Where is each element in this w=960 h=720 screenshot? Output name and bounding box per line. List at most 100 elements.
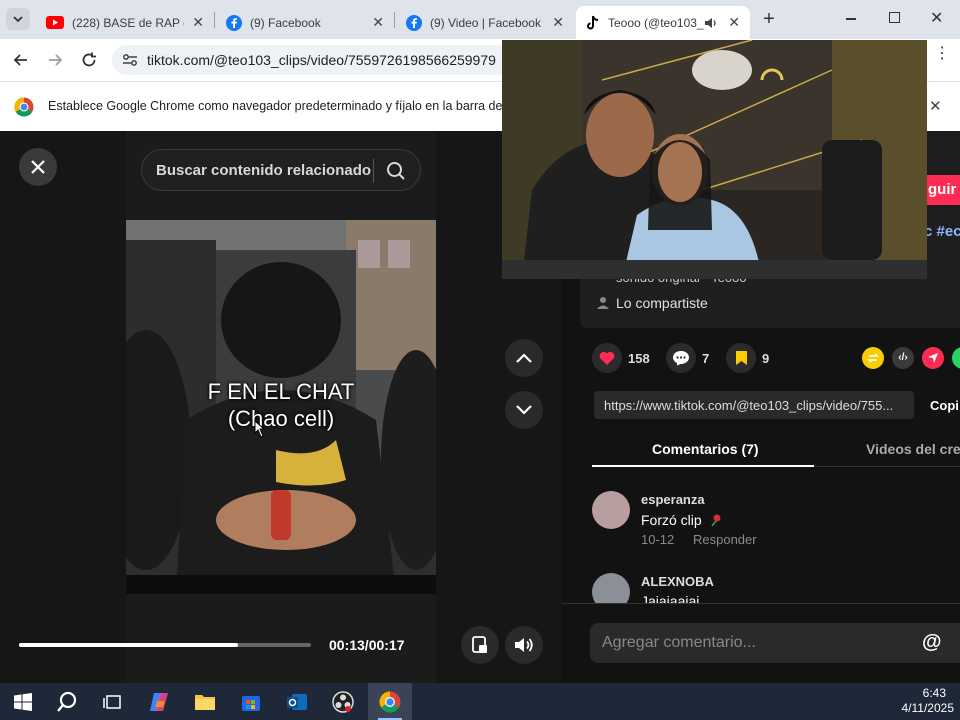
infobar-close-button[interactable]: ✕: [929, 97, 942, 115]
search-icon[interactable]: [386, 161, 406, 181]
close-video-button[interactable]: [19, 148, 57, 186]
comment-username[interactable]: esperanza: [641, 492, 705, 507]
forward-button[interactable]: [46, 51, 64, 74]
embed-button[interactable]: ‹/›: [892, 347, 914, 369]
folder-icon: [195, 695, 215, 710]
minimize-button[interactable]: [846, 18, 856, 20]
tab-facebook-video[interactable]: (9) Video | Facebook ✕: [396, 6, 574, 39]
reload-button[interactable]: [80, 51, 98, 74]
browser-menu-button[interactable]: ⋮: [934, 46, 950, 62]
store-button[interactable]: [236, 687, 266, 717]
heart-icon: [599, 351, 615, 365]
share-button[interactable]: [922, 347, 944, 369]
url-text: tiktok.com/@teo103_clips/video/755972619…: [147, 52, 496, 68]
video-caption: F EN EL CHAT (Chao cell): [126, 378, 436, 432]
facebook-icon: [226, 14, 242, 31]
task-view-button[interactable]: [97, 687, 127, 717]
mention-icon[interactable]: @: [922, 631, 942, 654]
clock-time: 6:43: [922, 686, 946, 700]
tab-title: Teooo (@teo103_c: [608, 15, 704, 30]
shared-label: Lo compartiste: [616, 295, 708, 311]
speaker-icon[interactable]: [704, 17, 718, 29]
picture-in-picture-window[interactable]: [502, 40, 927, 279]
tab-comments[interactable]: Comentarios (7): [652, 441, 759, 457]
whatsapp-button[interactable]: [952, 347, 960, 369]
chrome-taskbar-button[interactable]: [368, 683, 412, 720]
reply-link[interactable]: Responder: [693, 532, 757, 547]
next-video-button[interactable]: [505, 391, 543, 429]
close-icon[interactable]: ✕: [552, 14, 564, 31]
comment-username[interactable]: ALEXNOBA: [641, 574, 714, 589]
close-icon[interactable]: ✕: [728, 14, 740, 31]
comment-item: ALEXNOBA Jajajaajaj: [592, 573, 952, 603]
like-button[interactable]: [592, 343, 622, 373]
comment-input[interactable]: Agregar comentario...: [602, 634, 756, 652]
close-icon[interactable]: ✕: [192, 14, 204, 31]
tiktok-icon: [587, 15, 599, 29]
search-icon: [57, 691, 77, 712]
system-clock[interactable]: 6:43 4/11/2025: [890, 686, 955, 716]
tab-youtube[interactable]: (228) BASE de RAP con ✕: [36, 6, 214, 39]
start-button[interactable]: [8, 687, 38, 717]
copilot-icon: [150, 693, 168, 711]
previous-video-button[interactable]: [505, 339, 543, 377]
save-button[interactable]: [726, 343, 756, 373]
site-settings-icon[interactable]: [122, 53, 138, 67]
file-explorer-button[interactable]: [190, 687, 220, 717]
copilot-button[interactable]: [144, 687, 174, 717]
miniplayer-button[interactable]: [461, 626, 499, 664]
store-icon: [242, 696, 260, 711]
add-comment-box[interactable]: Agregar comentario... @: [590, 623, 960, 663]
save-count: 9: [762, 351, 770, 366]
caption-line: F EN EL CHAT: [207, 379, 355, 404]
youtube-icon: [46, 16, 64, 29]
arrow-left-icon: [13, 54, 27, 66]
close-icon: [31, 160, 45, 174]
video-link-box[interactable]: https://www.tiktok.com/@teo103_clips/vid…: [594, 391, 914, 419]
video-time: 00:13/00:17: [329, 637, 405, 653]
search-input[interactable]: Buscar contenido relacionado: [156, 162, 371, 179]
obs-button[interactable]: [328, 687, 358, 717]
related-search-box[interactable]: Buscar contenido relacionado: [141, 149, 421, 191]
miniplayer-icon: [472, 636, 487, 653]
address-bar[interactable]: tiktok.com/@teo103_clips/video/755972619…: [112, 45, 512, 75]
avatar[interactable]: [592, 573, 630, 603]
hashtags-text[interactable]: c #ec: [924, 223, 960, 240]
pip-video-image: [502, 40, 927, 279]
video-frame[interactable]: F EN EL CHAT (Chao cell): [126, 220, 436, 594]
search-button[interactable]: [52, 687, 82, 717]
comment-icon: [673, 351, 689, 366]
repost-button[interactable]: [862, 347, 884, 369]
bookmark-icon: [735, 351, 747, 365]
tab-tiktok[interactable]: Teooo (@teo103_c ✕: [576, 6, 750, 39]
restore-button[interactable]: [889, 12, 900, 23]
back-button[interactable]: [12, 51, 30, 74]
tab-facebook[interactable]: (9) Facebook ✕: [216, 6, 394, 39]
comment-button[interactable]: [666, 343, 696, 373]
outlook-icon: [287, 694, 307, 710]
close-window-button[interactable]: ✕: [930, 8, 943, 28]
volume-button[interactable]: [505, 626, 543, 664]
tab-title: (9) Facebook: [250, 15, 321, 30]
new-tab-button[interactable]: +: [758, 8, 780, 30]
avatar[interactable]: [592, 491, 630, 529]
search-divider: [373, 159, 374, 183]
outlook-button[interactable]: [282, 687, 312, 717]
active-tab-indicator: [592, 465, 814, 467]
comment-body: Forzó clip: [641, 512, 722, 528]
rose-emoji-icon: [711, 514, 721, 527]
send-icon: [928, 353, 938, 363]
chevron-down-icon: [516, 405, 532, 415]
tab-creator-videos[interactable]: Videos del crea: [866, 441, 960, 457]
clock-date: 4/11/2025: [901, 701, 955, 715]
follow-label: guir: [928, 181, 957, 198]
video-progress-track[interactable]: [19, 643, 311, 647]
reload-icon: [82, 52, 96, 67]
tab-title: (228) BASE de RAP con: [72, 15, 184, 30]
tab-search-button[interactable]: [6, 8, 30, 30]
tab-title: (9) Video | Facebook: [430, 15, 541, 30]
copy-link-button[interactable]: Copi: [930, 398, 959, 413]
close-icon[interactable]: ✕: [372, 14, 384, 31]
follow-button[interactable]: guir: [922, 175, 960, 205]
windows-taskbar: 6:43 4/11/2025: [0, 683, 960, 720]
